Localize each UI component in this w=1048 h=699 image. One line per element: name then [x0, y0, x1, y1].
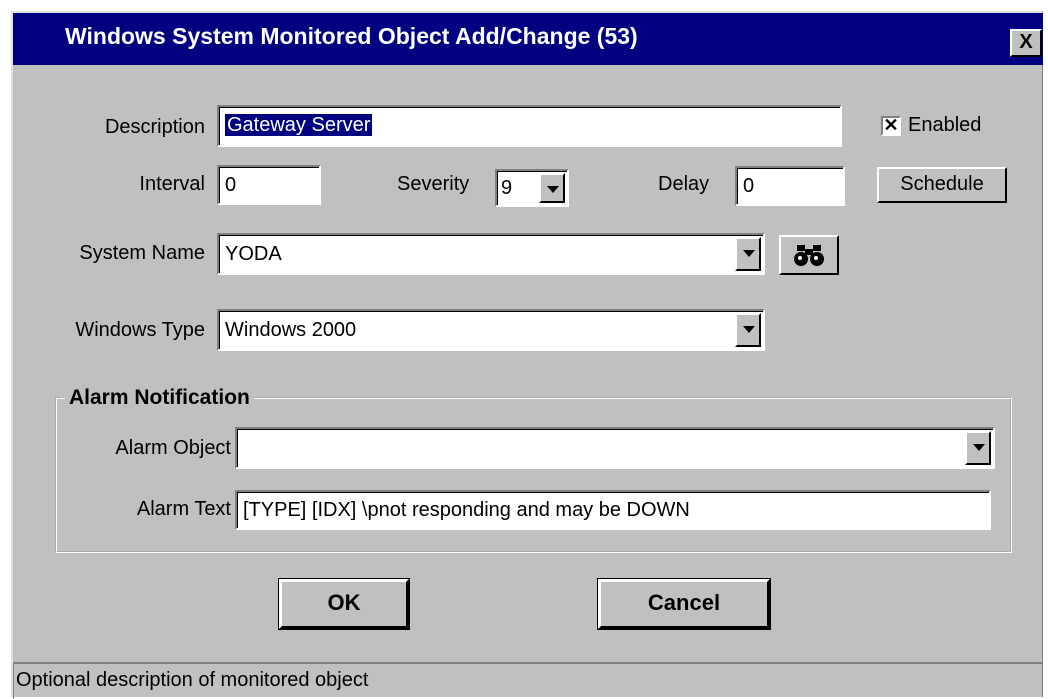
- alarm-notification-legend: Alarm Notification: [65, 386, 254, 410]
- status-text: Optional description of monitored object: [16, 669, 369, 691]
- interval-input[interactable]: 0: [217, 165, 321, 205]
- interval-label: Interval: [139, 173, 205, 195]
- alarm-text-input[interactable]: [TYPE] [IDX] \pnot responding and may be…: [235, 490, 991, 530]
- severity-select[interactable]: 9: [495, 169, 569, 207]
- enabled-label: Enabled: [908, 114, 982, 136]
- system-name-dropdown-button[interactable]: [735, 237, 761, 271]
- enabled-checkbox[interactable]: ✕: [881, 116, 901, 136]
- delay-label: Delay: [658, 173, 710, 195]
- delay-input[interactable]: 0: [735, 166, 845, 206]
- chevron-down-icon: [743, 326, 755, 333]
- alarm-object-dropdown-button[interactable]: [965, 431, 991, 465]
- binoculars-icon: [794, 245, 824, 266]
- chevron-down-icon: [973, 444, 985, 451]
- schedule-button[interactable]: Schedule: [877, 167, 1007, 203]
- alarm-text-label: Alarm Text: [136, 498, 231, 520]
- description-label: Description: [104, 116, 205, 138]
- dialog-window: Windows System Monitored Object Add/Chan…: [11, 11, 1043, 699]
- system-name-select[interactable]: YODA: [217, 233, 765, 275]
- windows-type-dropdown-button[interactable]: [735, 313, 761, 347]
- windows-type-label: Windows Type: [75, 319, 205, 341]
- description-input[interactable]: Gateway Server: [217, 105, 842, 147]
- cancel-button[interactable]: Cancel: [598, 579, 770, 629]
- alarm-object-select[interactable]: [235, 427, 995, 469]
- description-value: Gateway Server: [225, 114, 373, 136]
- windows-type-select[interactable]: Windows 2000: [217, 309, 765, 351]
- find-system-button[interactable]: [779, 235, 839, 275]
- alarm-object-label: Alarm Object: [115, 437, 231, 459]
- chevron-down-icon: [743, 250, 755, 257]
- window-title: Windows System Monitored Object Add/Chan…: [65, 23, 638, 49]
- severity-label: Severity: [397, 173, 470, 195]
- ok-button[interactable]: OK: [279, 579, 409, 629]
- severity-dropdown-button[interactable]: [539, 173, 565, 203]
- status-bar: Optional description of monitored object: [13, 662, 1043, 699]
- title-bar[interactable]: Windows System Monitored Object Add/Chan…: [13, 13, 1043, 65]
- close-button[interactable]: X: [1010, 29, 1042, 57]
- chevron-down-icon: [547, 186, 559, 193]
- system-name-label: System Name: [79, 242, 205, 264]
